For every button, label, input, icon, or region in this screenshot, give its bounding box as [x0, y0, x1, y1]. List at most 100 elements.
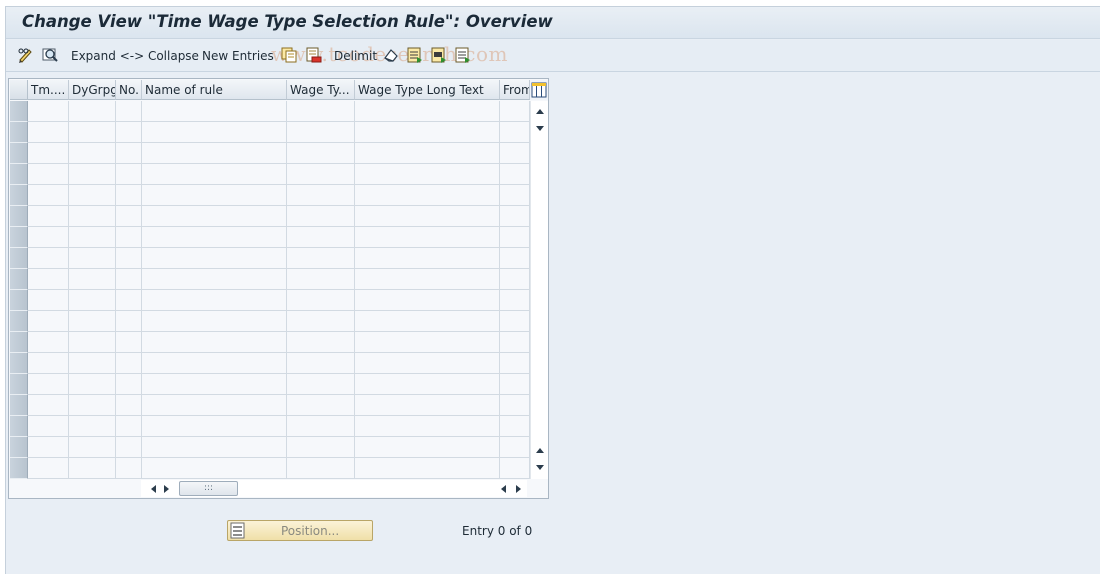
table-cell[interactable]	[28, 164, 69, 185]
table-cell[interactable]	[500, 458, 530, 479]
table-cell[interactable]	[287, 269, 355, 290]
table-cell[interactable]	[116, 122, 142, 143]
table-row[interactable]	[9, 395, 530, 416]
table-cell[interactable]	[69, 458, 116, 479]
table-cell[interactable]	[28, 374, 69, 395]
table-cell[interactable]	[116, 458, 142, 479]
table-cell[interactable]	[355, 206, 500, 227]
table-cell[interactable]	[500, 416, 530, 437]
table-cell[interactable]	[500, 374, 530, 395]
table-cell[interactable]	[500, 101, 530, 122]
row-selector[interactable]	[10, 206, 28, 227]
table-cell[interactable]	[116, 185, 142, 206]
scroll-down-top-arrow-icon[interactable]	[531, 121, 549, 137]
table-cell[interactable]	[142, 164, 287, 185]
table-cell[interactable]	[355, 332, 500, 353]
table-cell[interactable]	[500, 353, 530, 374]
horizontal-scrollbar[interactable]: :::	[141, 480, 527, 497]
table-cell[interactable]	[69, 311, 116, 332]
row-selector[interactable]	[10, 311, 28, 332]
table-row[interactable]	[9, 290, 530, 311]
table-cell[interactable]	[142, 248, 287, 269]
table-cell[interactable]	[355, 143, 500, 164]
table-cell[interactable]	[287, 227, 355, 248]
table-cell[interactable]	[287, 374, 355, 395]
table-cell[interactable]	[116, 248, 142, 269]
table-cell[interactable]	[69, 164, 116, 185]
table-cell[interactable]	[142, 206, 287, 227]
table-row[interactable]	[9, 206, 530, 227]
table-row[interactable]	[9, 248, 530, 269]
table-cell[interactable]	[69, 227, 116, 248]
row-selector[interactable]	[10, 269, 28, 290]
table-cell[interactable]	[142, 374, 287, 395]
table-cell[interactable]	[500, 206, 530, 227]
table-cell[interactable]	[69, 248, 116, 269]
table-cell[interactable]	[69, 143, 116, 164]
table-cell[interactable]	[287, 164, 355, 185]
table-row[interactable]	[9, 311, 530, 332]
table-cell[interactable]	[355, 269, 500, 290]
table-cell[interactable]	[355, 227, 500, 248]
row-selector[interactable]	[10, 185, 28, 206]
table-cell[interactable]	[28, 395, 69, 416]
table-cell[interactable]	[500, 395, 530, 416]
table-cell[interactable]	[69, 353, 116, 374]
deselect-all-icon[interactable]	[454, 46, 472, 64]
table-cell[interactable]	[287, 248, 355, 269]
table-row[interactable]	[9, 164, 530, 185]
table-cell[interactable]	[500, 227, 530, 248]
scroll-down-bottom-arrow-icon[interactable]	[531, 460, 549, 476]
select-all-rows-corner[interactable]	[10, 80, 28, 100]
table-row[interactable]	[9, 332, 530, 353]
column-header-wage-type[interactable]: Wage Ty...	[287, 80, 355, 100]
row-selector[interactable]	[10, 353, 28, 374]
column-header-time-wage-type[interactable]: Tm....	[28, 80, 69, 100]
table-cell[interactable]	[142, 122, 287, 143]
column-header-from[interactable]: From	[500, 80, 530, 100]
row-selector[interactable]	[10, 290, 28, 311]
table-cell[interactable]	[69, 374, 116, 395]
table-cell[interactable]	[28, 101, 69, 122]
table-cell[interactable]	[142, 353, 287, 374]
table-cell[interactable]	[69, 269, 116, 290]
table-cell[interactable]	[500, 332, 530, 353]
table-cell[interactable]	[500, 269, 530, 290]
table-cell[interactable]	[28, 332, 69, 353]
row-selector[interactable]	[10, 374, 28, 395]
table-cell[interactable]	[116, 416, 142, 437]
table-cell[interactable]	[287, 206, 355, 227]
table-cell[interactable]	[355, 374, 500, 395]
table-row[interactable]	[9, 122, 530, 143]
select-block-icon[interactable]	[430, 46, 448, 64]
table-cell[interactable]	[142, 437, 287, 458]
table-cell[interactable]	[500, 311, 530, 332]
column-header-wage-type-long-text[interactable]: Wage Type Long Text	[355, 80, 500, 100]
table-cell[interactable]	[69, 101, 116, 122]
table-cell[interactable]	[355, 395, 500, 416]
new-entries-button[interactable]: New Entries	[202, 47, 274, 65]
scroll-up-bottom-arrow-icon[interactable]	[531, 442, 549, 458]
table-cell[interactable]	[116, 290, 142, 311]
scroll-right-arrow-icon[interactable]	[161, 481, 173, 497]
table-cell[interactable]	[355, 122, 500, 143]
table-cell[interactable]	[28, 437, 69, 458]
table-cell[interactable]	[69, 437, 116, 458]
table-cell[interactable]	[355, 248, 500, 269]
row-selector[interactable]	[10, 416, 28, 437]
table-cell[interactable]	[28, 458, 69, 479]
table-cell[interactable]	[28, 143, 69, 164]
table-cell[interactable]	[28, 185, 69, 206]
table-cell[interactable]	[28, 227, 69, 248]
undo-change-icon[interactable]	[382, 46, 400, 64]
table-cell[interactable]	[287, 143, 355, 164]
table-cell[interactable]	[69, 395, 116, 416]
table-cell[interactable]	[355, 164, 500, 185]
table-cell[interactable]	[69, 122, 116, 143]
table-cell[interactable]	[116, 143, 142, 164]
table-row[interactable]	[9, 437, 530, 458]
table-row[interactable]	[9, 143, 530, 164]
table-cell[interactable]	[116, 395, 142, 416]
table-cell[interactable]	[69, 185, 116, 206]
table-cell[interactable]	[500, 164, 530, 185]
